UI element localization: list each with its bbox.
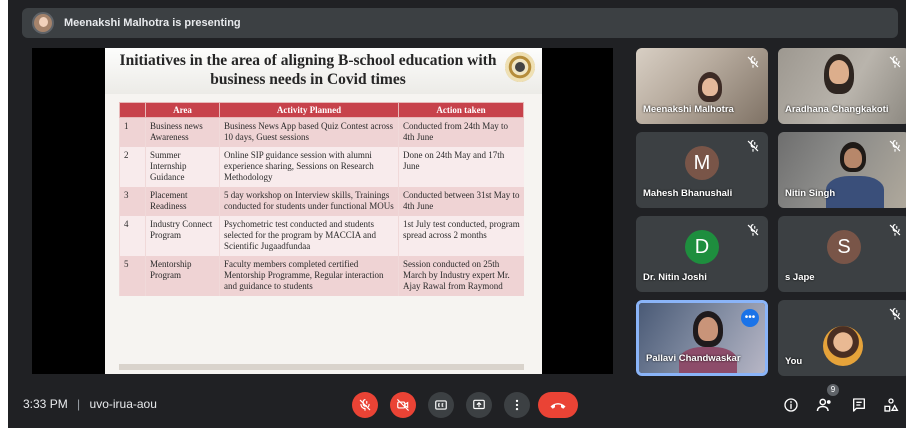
mic-off-icon [747,224,759,236]
row-number: 1 [119,117,146,147]
meet-window: Meenakshi Malhotra is presenting Initiat… [8,0,906,428]
chat-icon [853,398,865,412]
row-area: Mentorship Program [145,256,220,296]
present-screen-icon [473,399,485,410]
participant-name: Meenakshi Malhotra [643,104,734,115]
participant-tile[interactable]: S s Jape [778,216,906,292]
row-action: Session conducted on 25th March by Indus… [398,256,524,296]
institute-logo-icon [505,52,535,82]
participant-tile[interactable]: M Mahesh Bhanushali [636,132,768,208]
mic-off-icon [889,140,901,152]
row-action: Conducted between 31st May to 4th June [398,187,524,216]
slide-footer-band [119,364,524,370]
participant-name: Nitin Singh [785,188,836,199]
col-area-header: Area [145,102,220,118]
meeting-code: uvo-irua-aou [89,397,157,411]
camera-off-icon [397,399,409,411]
participant-name: Dr. Nitin Joshi [643,272,707,283]
participant-tile[interactable]: D Dr. Nitin Joshi [636,216,768,292]
leave-call-button[interactable] [538,392,578,418]
camera-toggle-button[interactable] [390,392,416,418]
mic-off-icon [889,56,901,68]
presentation-stage: Initiatives in the area of aligning B-sc… [32,48,613,374]
end-call-icon [550,403,566,409]
participant-name: s Jape [785,272,815,283]
participant-tile[interactable]: You [778,300,906,376]
clock-time: 3:33 PM [23,397,68,411]
chat-button[interactable] [848,394,870,416]
slide-title-band: Initiatives in the area of aligning B-sc… [105,48,542,94]
col-activity-header: Activity Planned [219,102,399,118]
captions-button[interactable] [428,392,454,418]
mic-toggle-button[interactable] [352,392,378,418]
people-count-badge: 9 [827,384,839,396]
info-icon [784,398,798,412]
row-number: 2 [119,147,146,187]
participant-avatar: D [685,230,719,264]
participant-tile[interactable]: Aradhana Changkakoti [778,48,906,124]
table-row: 5 Mentorship Program Faculty members com… [119,256,524,296]
table-row: 2 Summer Internship Guidance Online SIP … [119,147,524,187]
mic-off-icon [889,308,901,320]
mic-off-icon [889,224,901,236]
row-area: Summer Internship Guidance [145,147,220,187]
col-action-header: Action taken [398,102,524,118]
meeting-info: 3:33 PM | uvo-irua-aou [23,397,157,411]
row-area: Placement Readiness [145,187,220,216]
row-action: Conducted from 24th May to 4th June [398,117,524,147]
initiatives-table: Area Activity Planned Action taken 1 Bus… [119,102,524,296]
meeting-details-button[interactable] [780,394,802,416]
participant-name: Mahesh Bhanushali [643,188,733,199]
activities-button[interactable] [880,394,902,416]
row-action: Done on 24th May and 17th June [398,147,524,187]
row-number: 5 [119,256,146,296]
row-activity: Business News App based Quiz Contest acr… [219,117,399,147]
slide-title: Initiatives in the area of aligning B-sc… [119,52,497,88]
activities-icon [884,398,899,412]
participant-name: You [785,356,803,367]
col-number-header [119,102,146,118]
participant-tile[interactable]: Meenakshi Malhotra [636,48,768,124]
more-options-icon[interactable]: ••• [741,309,759,327]
bottom-control-bar: 3:33 PM | uvo-irua-aou [8,380,906,428]
row-area: Industry Connect Program [145,216,220,256]
participant-avatar: S [827,230,861,264]
table-row: 3 Placement Readiness 5 day workshop on … [119,187,524,216]
row-area: Business news Awareness [145,117,220,147]
table-row: 1 Business news Awareness Business News … [119,117,524,147]
participant-name: Pallavi Chandwaskar [646,353,741,364]
mic-off-icon [747,56,759,68]
participant-avatar: M [685,146,719,180]
present-now-button[interactable] [466,392,492,418]
row-number: 4 [119,216,146,256]
presenting-bar[interactable]: Meenakshi Malhotra is presenting [22,8,898,38]
row-activity: Psychometric test conducted and students… [219,216,399,256]
presenter-avatar [32,12,54,34]
presenting-label: Meenakshi Malhotra is presenting [64,17,241,29]
table-row: 4 Industry Connect Program Psychometric … [119,216,524,256]
row-activity: 5 day workshop on Interview skills, Trai… [219,187,399,216]
mic-off-icon [359,399,371,411]
shared-slide: Initiatives in the area of aligning B-sc… [105,48,542,374]
row-activity: Faculty members completed certified Ment… [219,256,399,296]
participant-tile[interactable]: Nitin Singh [778,132,906,208]
row-action: 1st July test conducted, program spread … [398,216,524,256]
participant-name: Aradhana Changkakoti [785,104,889,115]
row-number: 3 [119,187,146,216]
self-video-thumbnail [823,326,863,366]
people-button[interactable] [814,394,836,416]
participant-tile[interactable]: ••• Pallavi Chandwaskar [636,300,768,376]
more-vert-icon [515,399,519,411]
more-options-button[interactable] [504,392,530,418]
people-icon [816,398,831,412]
table-header-row: Area Activity Planned Action taken [119,102,524,118]
captions-icon [435,400,447,410]
row-activity: Online SIP guidance session with alumni … [219,147,399,187]
mic-off-icon [747,140,759,152]
